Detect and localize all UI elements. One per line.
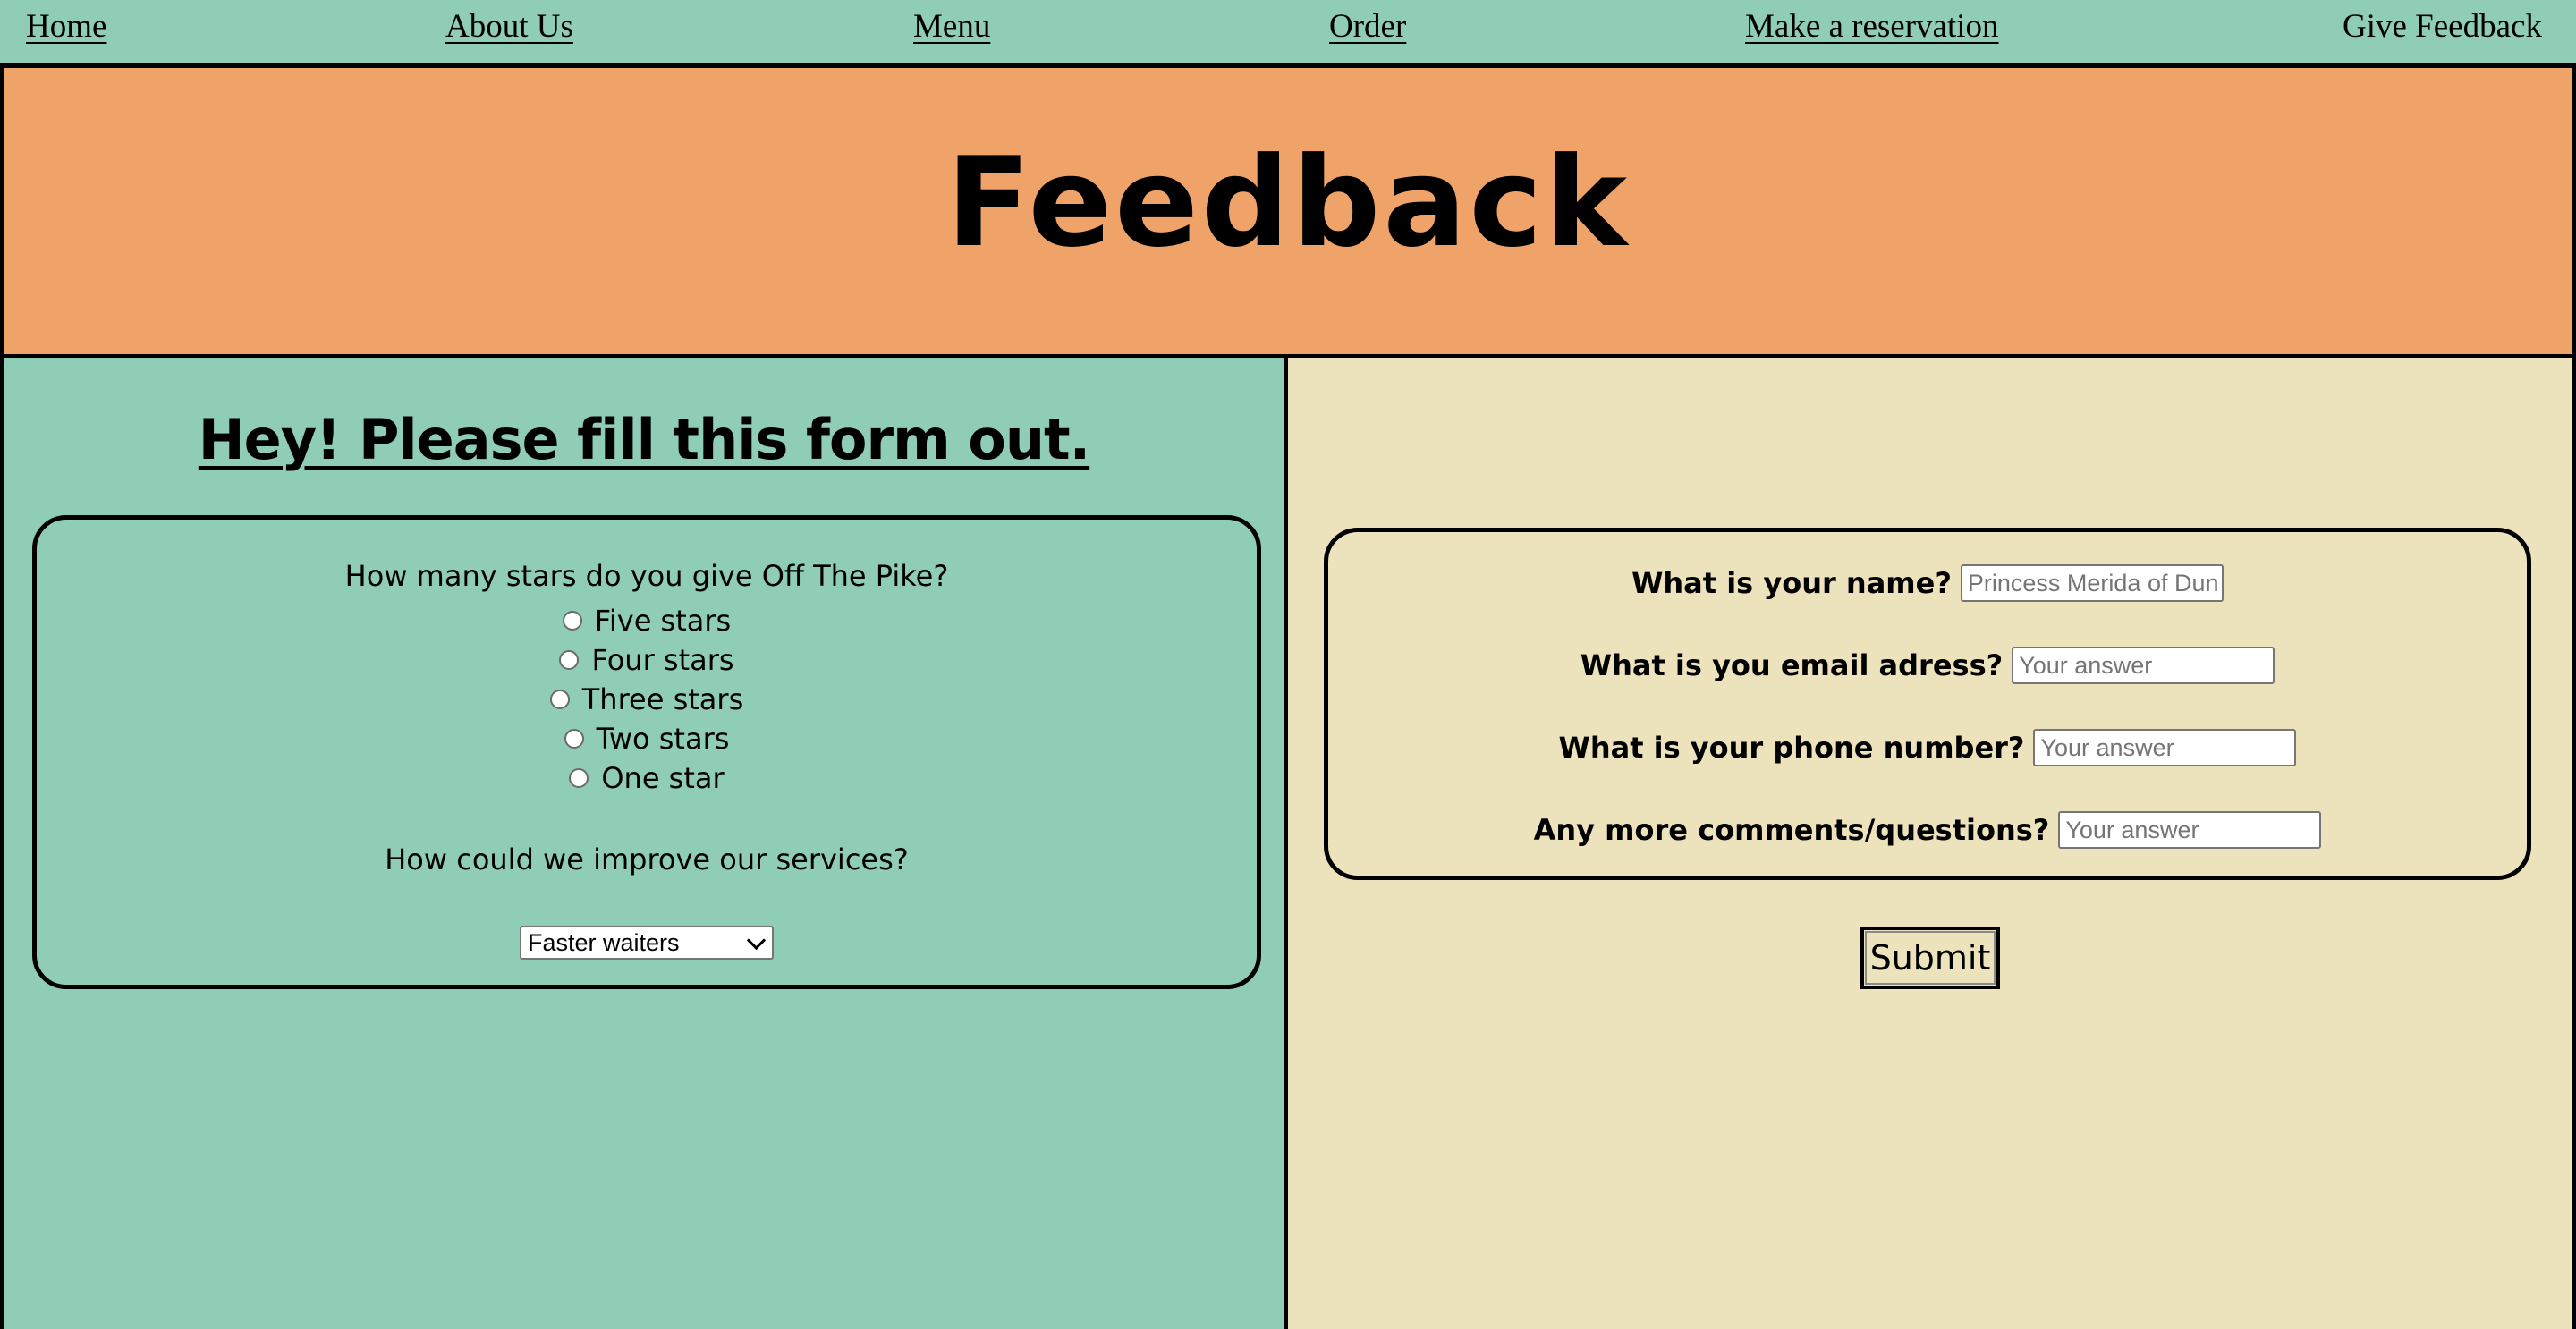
right-panel: What is your name? Princess Merida of Du…	[1288, 358, 2576, 1329]
radio-option-three-stars[interactable]: Three stars	[37, 682, 1257, 716]
radio-option-two-stars[interactable]: Two stars	[37, 722, 1257, 756]
improve-select-value: Faster waiters	[528, 929, 680, 956]
radio-button[interactable]	[549, 690, 570, 709]
page-title: Feedback	[945, 131, 1631, 275]
phone-input[interactable]: Your answer	[2033, 729, 2297, 766]
radio-label: Four stars	[591, 643, 734, 677]
improve-question: How could we improve our services?	[385, 842, 909, 876]
improve-select[interactable]: Faster waiters	[520, 926, 774, 960]
comments-input[interactable]: Your answer	[2058, 811, 2322, 849]
comments-field-row: Any more comments/questions? Your answer	[1328, 811, 2527, 849]
email-input[interactable]: Your answer	[2012, 647, 2275, 684]
nav-link-order[interactable]: Order	[1329, 7, 1406, 46]
radio-button[interactable]	[569, 768, 589, 788]
nav-link-home[interactable]: Home	[26, 7, 106, 46]
radio-option-four-stars[interactable]: Four stars	[37, 643, 1257, 677]
radio-label: Three stars	[581, 682, 744, 716]
radio-button[interactable]	[562, 611, 582, 631]
nav-link-give-feedback[interactable]: Give Feedback	[2343, 7, 2542, 46]
header-banner: Feedback	[0, 63, 2576, 358]
stars-question: How many stars do you give Off The Pike?	[344, 559, 949, 593]
phone-label: What is your phone number?	[1558, 731, 2025, 765]
name-input[interactable]: Princess Merida of Dun	[1960, 564, 2224, 602]
chevron-down-icon	[746, 930, 767, 951]
comments-label: Any more comments/questions?	[1533, 813, 2050, 847]
radio-label: Two stars	[596, 722, 730, 756]
email-label: What is you email adress?	[1580, 648, 2004, 682]
email-field-row: What is you email adress? Your answer	[1328, 647, 2527, 684]
radio-button[interactable]	[559, 650, 580, 670]
rating-form-box: How many stars do you give Off The Pike?…	[32, 515, 1261, 989]
phone-field-row: What is your phone number? Your answer	[1328, 729, 2527, 766]
radio-button[interactable]	[564, 729, 584, 749]
nav-link-menu[interactable]: Menu	[913, 7, 990, 46]
form-heading: Hey! Please fill this form out.	[198, 407, 1090, 472]
left-panel: Hey! Please fill this form out. How many…	[0, 358, 1288, 1329]
radio-label: One star	[601, 761, 724, 795]
nav-link-about-us[interactable]: About Us	[445, 7, 573, 46]
radio-option-five-stars[interactable]: Five stars	[37, 604, 1257, 638]
radio-option-one-star[interactable]: One star	[37, 761, 1257, 795]
nav-link-make-a-reservation[interactable]: Make a reservation	[1745, 7, 1999, 46]
top-nav: Home About Us Menu Order Make a reservat…	[0, 0, 2576, 63]
name-field-row: What is your name? Princess Merida of Du…	[1328, 564, 2527, 602]
submit-button[interactable]: Submit	[1860, 927, 2000, 989]
name-label: What is your name?	[1631, 566, 1952, 600]
contact-form-box: What is your name? Princess Merida of Du…	[1324, 528, 2531, 880]
radio-label: Five stars	[594, 604, 732, 638]
